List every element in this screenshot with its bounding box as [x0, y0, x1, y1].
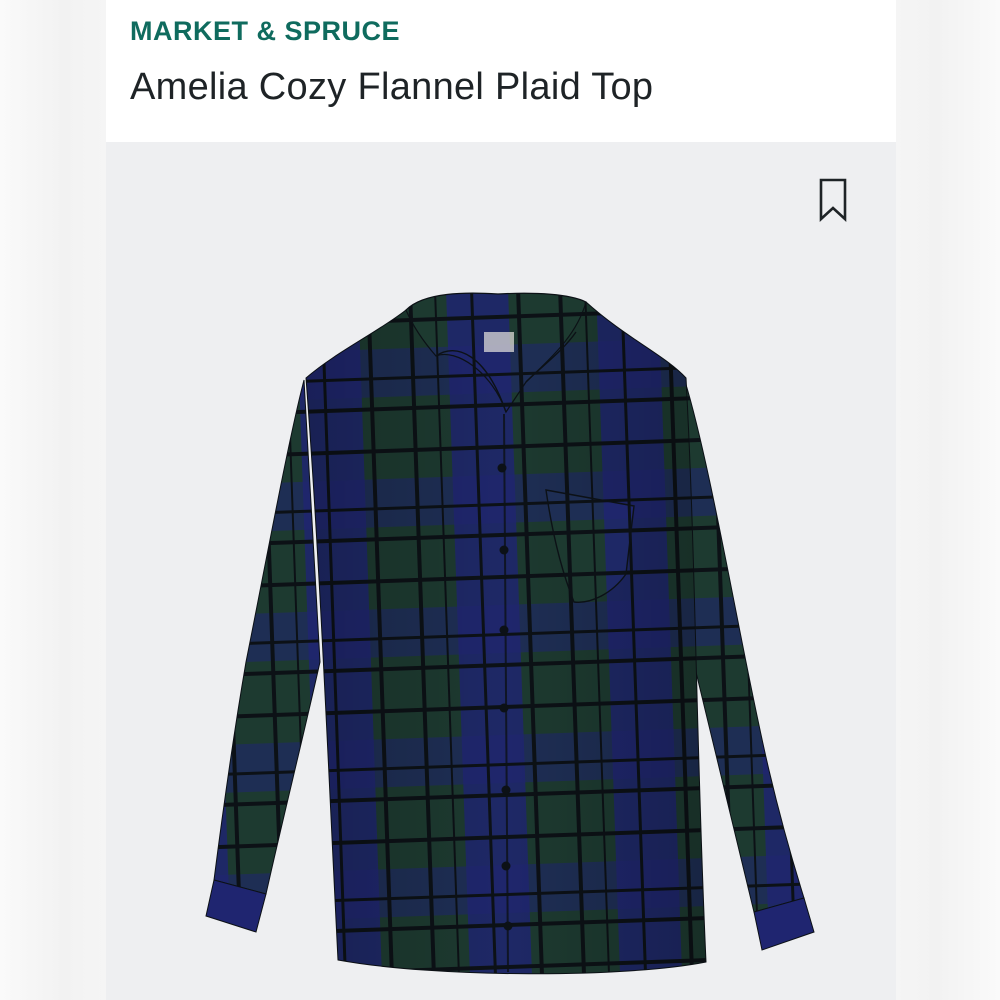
product-title: Amelia Cozy Flannel Plaid Top: [130, 66, 654, 108]
brand-name[interactable]: MARKET & SPRUCE: [130, 16, 400, 47]
product-image[interactable]: [106, 142, 896, 1000]
shirt-photo: [205, 292, 815, 975]
right-margin: [896, 0, 1000, 1000]
product-card: MARKET & SPRUCE Amelia Cozy Flannel Plai…: [106, 0, 896, 1000]
left-margin: [0, 0, 106, 1000]
